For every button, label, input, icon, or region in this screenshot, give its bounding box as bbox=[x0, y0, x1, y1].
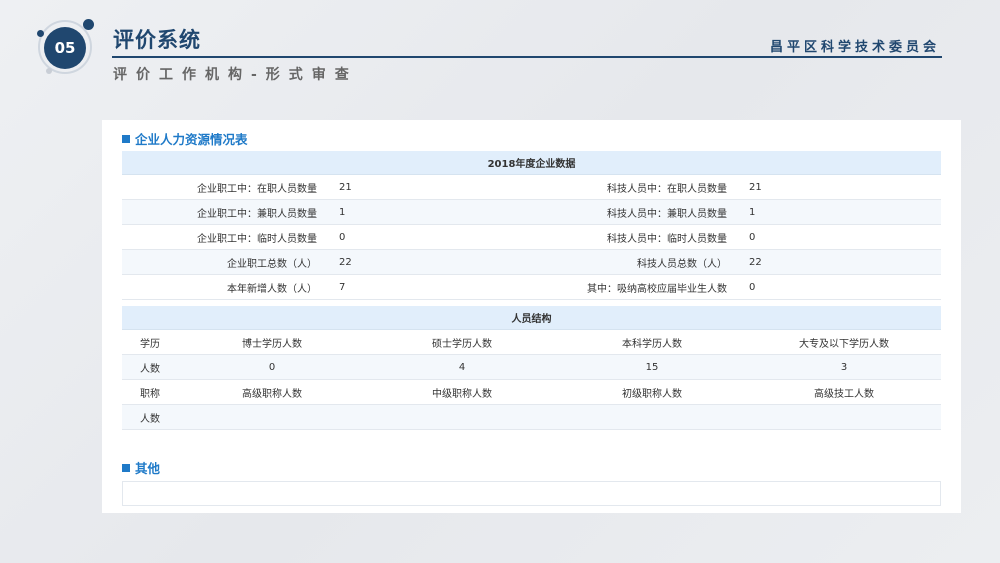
column-header: 高级职称人数 bbox=[177, 379, 367, 405]
table-row: 人数 bbox=[122, 404, 941, 430]
hr-table: 2018年度企业数据 企业职工中：在职人员数量 21 科技人员中：在职人员数量 … bbox=[122, 151, 942, 300]
year-header: 2018年度企业数据 bbox=[122, 151, 942, 175]
table-row: 职称 高级职称人数 中级职称人数 初级职称人数 高级技工人数 bbox=[122, 379, 941, 405]
field-label: 科技人员中：兼职人员数量 bbox=[532, 199, 737, 225]
decor-dot bbox=[46, 68, 52, 74]
field-value: 1 bbox=[737, 199, 942, 225]
row-label: 学历 bbox=[122, 329, 177, 355]
content-card: 企业人力资源情况表 2018年度企业数据 企业职工中：在职人员数量 21 科技人… bbox=[102, 120, 961, 513]
hr-section-title: 企业人力资源情况表 bbox=[122, 129, 248, 148]
field-label: 科技人员中：临时人员数量 bbox=[532, 224, 737, 250]
row-label: 人数 bbox=[122, 354, 177, 380]
column-header: 硕士学历人数 bbox=[367, 329, 557, 355]
section-marker-icon bbox=[122, 135, 130, 143]
decor-dot bbox=[83, 19, 94, 30]
count-value: 15 bbox=[557, 354, 747, 380]
hr-section-title-text: 企业人力资源情况表 bbox=[135, 132, 248, 147]
count-value bbox=[177, 404, 367, 430]
count-value bbox=[747, 404, 941, 430]
row-label: 职称 bbox=[122, 379, 177, 405]
table-row: 学历 博士学历人数 硕士学历人数 本科学历人数 大专及以下学历人数 bbox=[122, 329, 941, 355]
field-value: 21 bbox=[327, 174, 532, 200]
table-row: 企业职工中：临时人员数量 0 科技人员中：临时人员数量 0 bbox=[122, 224, 942, 250]
field-value: 0 bbox=[737, 224, 942, 250]
decor-dot bbox=[37, 30, 44, 37]
field-label: 企业职工中：在职人员数量 bbox=[122, 174, 327, 200]
field-value: 21 bbox=[737, 174, 942, 200]
count-value bbox=[367, 404, 557, 430]
table-row: 人数 0 4 15 3 bbox=[122, 354, 941, 380]
table-row: 企业职工中：兼职人员数量 1 科技人员中：兼职人员数量 1 bbox=[122, 199, 942, 225]
field-value: 22 bbox=[327, 249, 532, 275]
column-header: 初级职称人数 bbox=[557, 379, 747, 405]
field-label: 科技人员中：在职人员数量 bbox=[532, 174, 737, 200]
column-header: 本科学历人数 bbox=[557, 329, 747, 355]
field-value: 1 bbox=[327, 199, 532, 225]
count-value: 0 bbox=[177, 354, 367, 380]
field-value: 22 bbox=[737, 249, 942, 275]
other-section-title: 其他 bbox=[122, 458, 160, 477]
header-divider bbox=[112, 56, 942, 58]
field-label: 企业职工中：临时人员数量 bbox=[122, 224, 327, 250]
row-label: 人数 bbox=[122, 404, 177, 430]
page-title: 评价系统 bbox=[113, 28, 201, 52]
count-value: 3 bbox=[747, 354, 941, 380]
field-value: 7 bbox=[327, 274, 532, 300]
field-label: 企业职工总数（人） bbox=[122, 249, 327, 275]
organization-name: 昌平区科学技术委员会 bbox=[769, 40, 940, 55]
field-label: 科技人员总数（人） bbox=[532, 249, 737, 275]
field-label: 本年新增人数（人） bbox=[122, 274, 327, 300]
column-header: 大专及以下学历人数 bbox=[747, 329, 941, 355]
field-value: 0 bbox=[327, 224, 532, 250]
structure-header: 人员结构 bbox=[122, 306, 941, 330]
page-subtitle: 评价工作机构-形式审查 bbox=[113, 67, 358, 83]
section-marker-icon bbox=[122, 464, 130, 472]
table-row: 企业职工中：在职人员数量 21 科技人员中：在职人员数量 21 bbox=[122, 174, 942, 200]
other-section-title-text: 其他 bbox=[135, 461, 161, 476]
other-content-box bbox=[122, 481, 941, 506]
column-header: 博士学历人数 bbox=[177, 329, 367, 355]
field-label: 其中：吸纳高校应届毕业生人数 bbox=[532, 274, 737, 300]
table-row: 企业职工总数（人） 22 科技人员总数（人） 22 bbox=[122, 249, 942, 275]
column-header: 高级技工人数 bbox=[747, 379, 941, 405]
structure-table: 人员结构 学历 博士学历人数 硕士学历人数 本科学历人数 大专及以下学历人数 人… bbox=[122, 306, 941, 430]
field-label: 企业职工中：兼职人员数量 bbox=[122, 199, 327, 225]
field-value: 0 bbox=[737, 274, 942, 300]
section-number-badge: 05 bbox=[44, 27, 86, 69]
count-value: 4 bbox=[367, 354, 557, 380]
count-value bbox=[557, 404, 747, 430]
column-header: 中级职称人数 bbox=[367, 379, 557, 405]
table-row: 本年新增人数（人） 7 其中：吸纳高校应届毕业生人数 0 bbox=[122, 274, 942, 300]
